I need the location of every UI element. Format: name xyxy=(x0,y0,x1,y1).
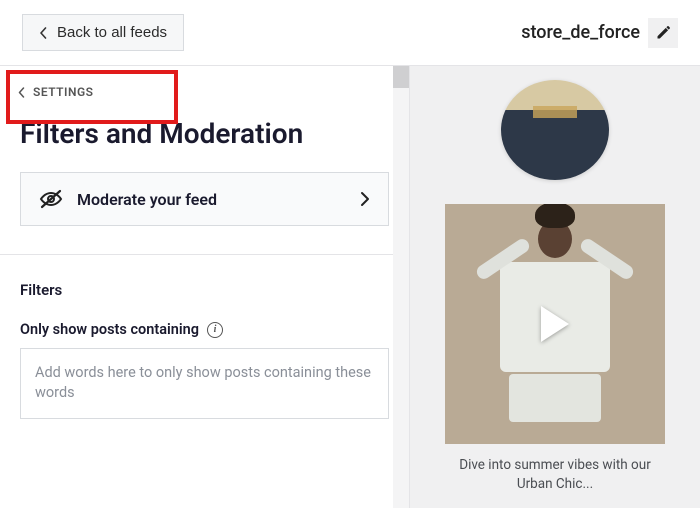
page-title: Filters and Moderation xyxy=(0,117,409,172)
settings-breadcrumb[interactable]: SETTINGS xyxy=(0,66,112,117)
pencil-icon xyxy=(655,25,671,41)
breadcrumb-label: SETTINGS xyxy=(33,85,94,99)
chevron-left-icon xyxy=(18,87,25,98)
info-icon[interactable]: i xyxy=(207,322,223,338)
preview-post[interactable]: Dive into summer vibes with our Urban Ch… xyxy=(445,204,665,494)
preview-panel: Dive into summer vibes with our Urban Ch… xyxy=(410,66,700,508)
only-show-words-input[interactable] xyxy=(20,348,389,419)
feed-name-group: store_de_force xyxy=(521,18,678,48)
topbar: Back to all feeds store_de_force xyxy=(0,0,700,66)
preview-media[interactable] xyxy=(445,204,665,444)
divider xyxy=(0,254,409,255)
preview-caption: Dive into summer vibes with our Urban Ch… xyxy=(445,444,665,494)
back-label: Back to all feeds xyxy=(57,24,167,41)
chevron-left-icon xyxy=(39,27,47,39)
moderate-label: Moderate your feed xyxy=(77,190,346,209)
main: SETTINGS Filters and Moderation Moderate… xyxy=(0,66,700,508)
moderate-feed-button[interactable]: Moderate your feed xyxy=(20,172,389,226)
eye-off-icon xyxy=(39,189,63,209)
settings-scroll[interactable]: SETTINGS Filters and Moderation Moderate… xyxy=(0,66,409,508)
chevron-right-icon xyxy=(360,191,370,207)
back-to-feeds-button[interactable]: Back to all feeds xyxy=(22,14,184,51)
only-show-label: Only show posts containing xyxy=(20,321,199,338)
scrollbar[interactable] xyxy=(393,66,409,508)
filters-section-label: Filters xyxy=(0,281,409,321)
edit-feed-name-button[interactable] xyxy=(648,18,678,48)
only-show-label-row: Only show posts containing i xyxy=(0,321,409,348)
play-icon xyxy=(541,306,569,342)
settings-panel: SETTINGS Filters and Moderation Moderate… xyxy=(0,66,410,508)
profile-avatar[interactable] xyxy=(501,80,609,180)
feed-name: store_de_force xyxy=(521,22,640,43)
